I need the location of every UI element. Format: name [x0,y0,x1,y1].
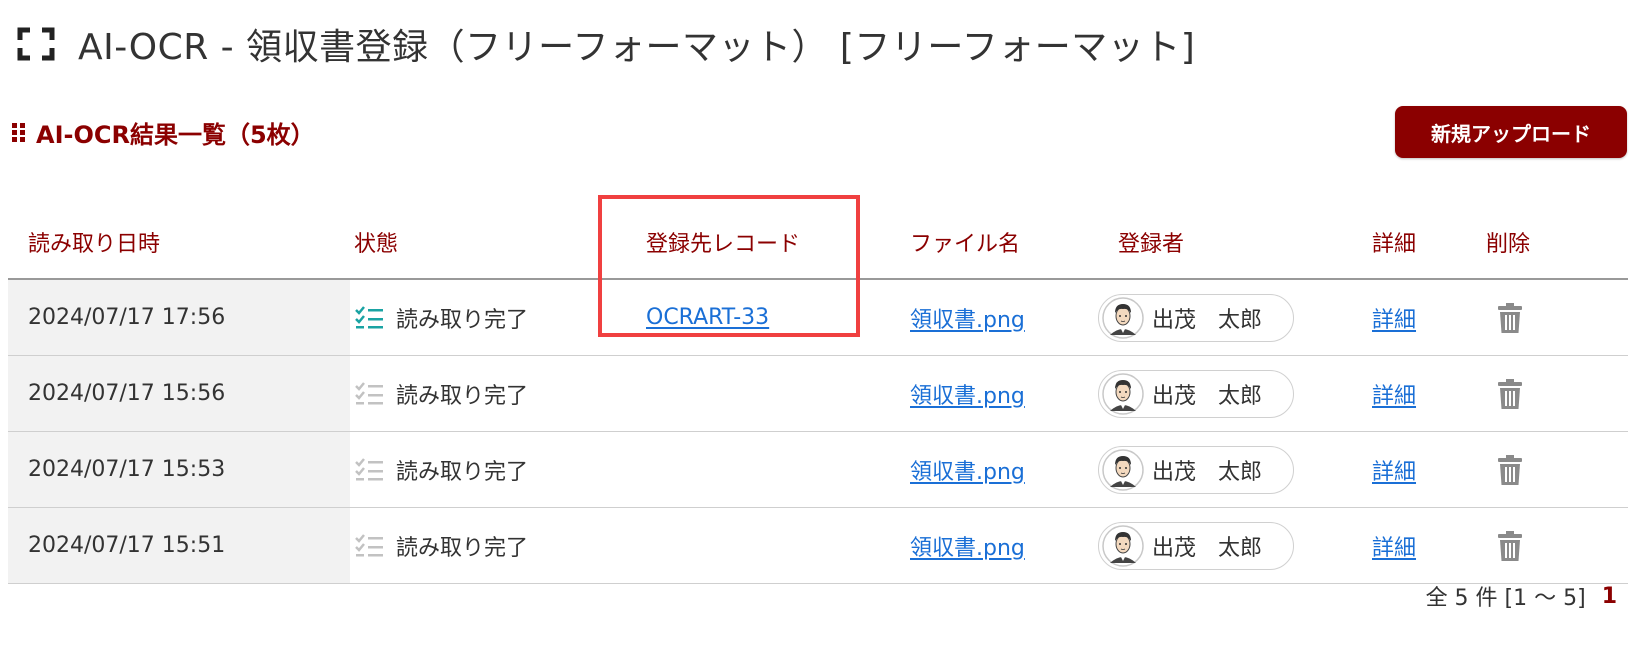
trash-icon[interactable] [1497,454,1523,486]
registrant-cell: 出茂 太郎 [1098,508,1294,583]
detail-link[interactable]: 詳細 [1372,302,1416,334]
read-datetime-cell: 2024/07/17 15:53 [8,432,350,507]
checklist-icon [355,533,383,556]
detail-link[interactable]: 詳細 [1372,530,1416,562]
read-datetime-cell: 2024/07/17 15:56 [8,356,350,431]
status-cell: 読み取り完了 [354,432,528,507]
user-chip[interactable]: 出茂 太郎 [1098,369,1294,418]
trash-icon[interactable] [1497,302,1523,334]
column-header-record: 登録先レコード [646,232,801,257]
status-text: 読み取り完了 [396,383,529,409]
registrant-cell: 出茂 太郎 [1098,280,1294,355]
avatar [1102,448,1144,491]
status-text: 読み取り完了 [396,459,529,485]
ocr-results-table: 読み取り日時 状態 登録先レコード ファイル名 登録者 詳細 削除 2024/0… [8,206,1628,584]
user-chip[interactable]: 出茂 太郎 [1098,293,1294,342]
detail-link[interactable]: 詳細 [1372,454,1416,486]
trash-icon[interactable] [1497,530,1523,562]
file-name-link[interactable]: 領収書.png [910,530,1025,562]
avatar [1102,372,1144,415]
detail-cell: 詳細 [1372,432,1416,507]
checklist-icon [355,305,383,328]
column-header-status: 状態 [354,232,399,257]
user-chip[interactable]: 出茂 太郎 [1098,445,1294,494]
column-header-detail: 詳細 [1372,232,1417,257]
file-name-cell: 領収書.png [910,280,1025,355]
page-title-text: AI-OCR - 領収書登録（フリーフォーマット） [フリーフォーマット] [78,27,1196,68]
status-text: 読み取り完了 [396,307,529,333]
file-name-cell: 領収書.png [910,508,1025,583]
file-name-link[interactable]: 領収書.png [910,454,1025,486]
detail-cell: 詳細 [1372,508,1416,583]
avatar [1102,524,1144,567]
column-header-read-datetime: 読み取り日時 [28,232,161,257]
file-name-link[interactable]: 領収書.png [910,302,1025,334]
table-row: 2024/07/17 17:56 読み取り完了 OCRART-33 領収書.pn… [8,280,1628,356]
user-name: 出茂 太郎 [1152,383,1263,409]
status-cell: 読み取り完了 [354,280,528,355]
table-row: 2024/07/17 15:56 読み取り完了 領収書.png 出茂 太郎 詳細 [8,356,1628,432]
read-datetime-cell: 2024/07/17 17:56 [8,280,350,355]
delete-cell [1497,356,1523,431]
file-name-link[interactable]: 領収書.png [910,378,1025,410]
user-name: 出茂 太郎 [1152,307,1263,333]
detail-link[interactable]: 詳細 [1372,378,1416,410]
column-header-file-name: ファイル名 [910,232,1021,257]
pagination-summary: 全 5 件 [1 ～ 5] [1425,586,1586,611]
status-cell: 読み取り完了 [354,508,528,583]
delete-cell [1497,508,1523,583]
trash-icon[interactable] [1497,378,1523,410]
grip-icon [12,123,25,142]
page-link-current[interactable]: 1 [1602,584,1617,609]
page-title: AI-OCR - 領収書登録（フリーフォーマット） [フリーフォーマット] [16,14,1195,74]
record-cell: OCRART-33 [646,280,769,355]
delete-cell [1497,280,1523,355]
checklist-icon [355,381,383,404]
column-header-registrant: 登録者 [1118,232,1185,257]
column-header-delete: 削除 [1486,232,1531,257]
status-cell: 読み取り完了 [354,356,528,431]
registrant-cell: 出茂 太郎 [1098,356,1294,431]
detail-cell: 詳細 [1372,280,1416,355]
avatar [1102,296,1144,339]
status-text: 読み取り完了 [396,535,529,561]
checklist-icon [355,457,383,480]
pagination: 全 5 件 [1 ～ 5] 1 [1426,574,1617,618]
table-header: 読み取り日時 状態 登録先レコード ファイル名 登録者 詳細 削除 [8,206,1628,280]
delete-cell [1497,432,1523,507]
new-upload-button[interactable]: 新規アップロード [1395,106,1627,158]
file-name-cell: 領収書.png [910,356,1025,431]
detail-cell: 詳細 [1372,356,1416,431]
table-body: 2024/07/17 17:56 読み取り完了 OCRART-33 領収書.pn… [8,280,1628,584]
table-row: 2024/07/17 15:53 読み取り完了 領収書.png 出茂 太郎 詳細 [8,432,1628,508]
table-row: 2024/07/17 15:51 読み取り完了 領収書.png 出茂 太郎 詳細 [8,508,1628,584]
registrant-cell: 出茂 太郎 [1098,432,1294,507]
read-datetime-cell: 2024/07/17 15:51 [8,508,350,583]
scan-bracket-icon [17,27,55,61]
user-name: 出茂 太郎 [1152,459,1263,485]
section-heading: AI-OCR結果一覧（5枚） [10,112,315,152]
user-chip[interactable]: 出茂 太郎 [1098,521,1294,570]
section-title: AI-OCR結果一覧（5枚） [36,120,315,149]
user-name: 出茂 太郎 [1152,535,1263,561]
record-link[interactable]: OCRART-33 [646,305,769,330]
file-name-cell: 領収書.png [910,432,1025,507]
